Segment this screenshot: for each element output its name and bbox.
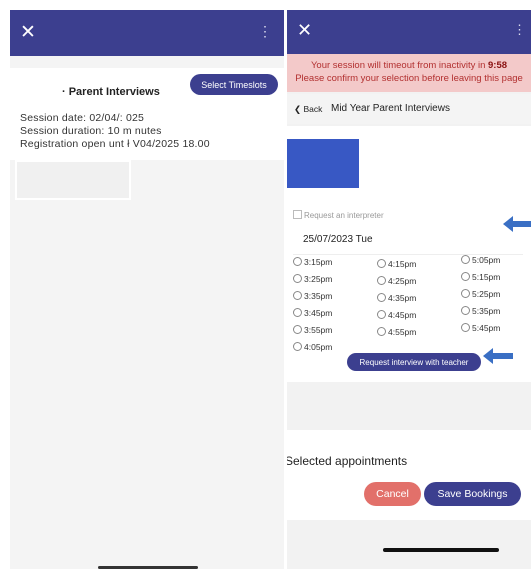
timeslot-radio[interactable]: 4:45pm	[377, 310, 416, 320]
close-icon[interactable]: ✕	[297, 20, 312, 41]
timeslot-radio[interactable]: 5:15pm	[461, 272, 500, 282]
timeslot-label: 4:55pm	[388, 327, 417, 337]
session-duration: Session duration: 10 m nutes	[20, 125, 162, 137]
page-title: Mid Year Parent Interviews	[331, 103, 450, 114]
timeslot-label: 3:25pm	[304, 274, 333, 284]
radio-icon[interactable]	[293, 291, 302, 300]
radio-icon[interactable]	[461, 306, 470, 315]
timeslot-label: 4:35pm	[388, 293, 417, 303]
timeslot-radio[interactable]: 4:05pm	[293, 342, 332, 352]
cancel-button[interactable]: Cancel	[364, 482, 421, 506]
radio-icon[interactable]	[461, 289, 470, 298]
more-vertical-icon[interactable]: ⋮	[258, 23, 272, 40]
timeslot-radio[interactable]: 5:05pm	[461, 255, 500, 265]
timeslot-radio[interactable]: 3:55pm	[293, 325, 332, 335]
interpreter-label: Request an interpreter	[304, 211, 384, 220]
timeslot-radio[interactable]: 5:25pm	[461, 289, 500, 299]
home-indicator	[383, 548, 499, 552]
checkbox-icon[interactable]	[293, 210, 302, 219]
session-date: Session date: 02/04/: 025	[20, 112, 145, 124]
radio-icon[interactable]	[461, 323, 470, 332]
timeslot-radio[interactable]: 5:35pm	[461, 306, 500, 316]
teacher-photo	[287, 139, 359, 188]
radio-icon[interactable]	[377, 276, 386, 285]
left-header-bar	[10, 10, 284, 56]
timeslot-label: 5:25pm	[472, 289, 501, 299]
right-screen: ✕ ⋮ Your session will timeout from inact…	[287, 10, 531, 569]
session-title: · Parent Interviews	[62, 86, 160, 98]
save-bookings-button[interactable]: Save Bookings	[424, 482, 521, 506]
close-icon[interactable]: ✕	[20, 21, 36, 44]
select-timeslots-button[interactable]: Select Timeslots	[190, 74, 278, 95]
back-label: Back	[303, 104, 323, 114]
timeslot-label: 4:05pm	[304, 342, 333, 352]
timeslot-label: 5:15pm	[472, 272, 501, 282]
timeslot-radio[interactable]: 4:55pm	[377, 327, 416, 337]
timeslot-label: 3:15pm	[304, 257, 333, 267]
timeslot-label: 5:35pm	[472, 306, 501, 316]
timeslot-label: 4:45pm	[388, 310, 417, 320]
timeslot-label: 4:15pm	[388, 259, 417, 269]
radio-icon[interactable]	[377, 293, 386, 302]
timeout-warning-line2: Please confirm your selection before lea…	[295, 73, 523, 84]
more-vertical-icon[interactable]: ⋮	[513, 22, 526, 38]
radio-icon[interactable]	[377, 310, 386, 319]
interpreter-checkbox[interactable]: Request an interpreter	[293, 210, 384, 220]
left-screen: ✕ ⋮ · Parent Interviews Select Timeslots…	[10, 10, 284, 569]
radio-icon[interactable]	[461, 272, 470, 281]
radio-icon[interactable]	[293, 325, 302, 334]
timeout-countdown: 9:58	[488, 60, 508, 71]
selected-appointments-title: Selected appointments	[287, 454, 408, 468]
timeslot-label: 4:25pm	[388, 276, 417, 286]
request-interview-button[interactable]: Request interview with teacher	[347, 353, 481, 371]
timeout-warning-line1: Your session will timeout from inactivit…	[287, 60, 531, 71]
timeslot-label: 5:45pm	[472, 323, 501, 333]
date-label: 25/07/2023 Tue	[303, 234, 373, 245]
timeslot-radio[interactable]: 3:45pm	[293, 308, 332, 318]
timeslot-radio[interactable]: 3:25pm	[293, 274, 332, 284]
radio-icon[interactable]	[293, 342, 302, 351]
registration-open-until: Registration open unt ł V04/2025 18.00	[20, 138, 210, 150]
arrow-left-icon	[483, 348, 513, 364]
arrow-left-icon	[503, 216, 531, 232]
radio-icon[interactable]	[293, 257, 302, 266]
timeslot-radio[interactable]: 3:35pm	[293, 291, 332, 301]
timeslot-radio[interactable]: 5:45pm	[461, 323, 500, 333]
selected-appointments-panel	[287, 430, 531, 520]
timeslot-radio[interactable]: 4:15pm	[377, 259, 416, 269]
empty-box	[15, 160, 131, 200]
timeslot-label: 3:35pm	[304, 291, 333, 301]
timeslot-radio[interactable]: 4:25pm	[377, 276, 416, 286]
timeslot-radio[interactable]: 3:15pm	[293, 257, 332, 267]
timeslot-label: 3:55pm	[304, 325, 333, 335]
chevron-left-icon: ❮	[294, 104, 302, 114]
radio-icon[interactable]	[377, 327, 386, 336]
timeslot-label: 5:05pm	[472, 255, 501, 265]
radio-icon[interactable]	[293, 308, 302, 317]
timeslot-label: 3:45pm	[304, 308, 333, 318]
right-header-bar	[287, 10, 531, 54]
timeslot-radio[interactable]: 4:35pm	[377, 293, 416, 303]
radio-icon[interactable]	[377, 259, 386, 268]
back-button[interactable]: ❮ Back	[294, 104, 322, 115]
radio-icon[interactable]	[293, 274, 302, 283]
radio-icon[interactable]	[461, 255, 470, 264]
timeout-warning-prefix: Your session will timeout from inactivit…	[310, 60, 489, 71]
